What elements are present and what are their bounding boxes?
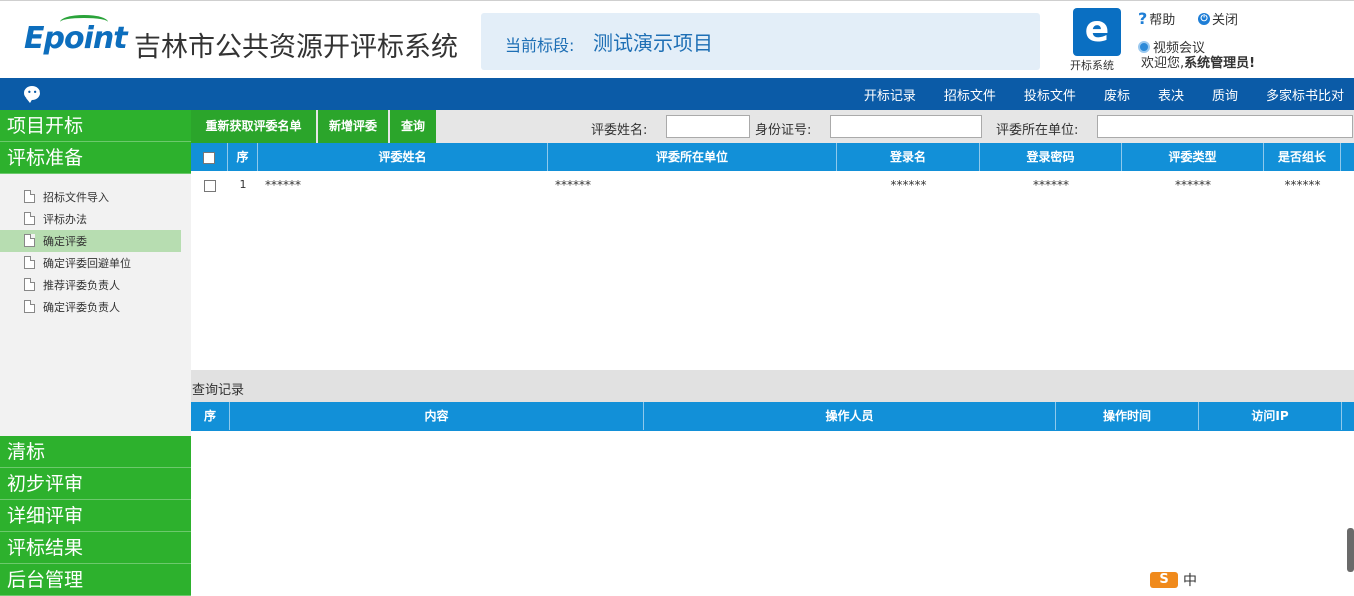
tree-item-avoid-units[interactable]: 确定评委回避单位: [0, 252, 191, 274]
document-icon: [24, 212, 35, 225]
welcome-user: 系统管理员!: [1184, 56, 1256, 71]
log-col-content: 内容: [230, 402, 644, 430]
document-icon: [24, 190, 35, 203]
sidebar-section-preliminary-review[interactable]: 初步评审: [0, 468, 191, 500]
epoint-logo: Epoint: [24, 15, 128, 65]
sidebar-section-project-opening[interactable]: 项目开标: [0, 110, 191, 142]
tree-item-evaluation-method[interactable]: 评标办法: [0, 208, 191, 230]
chat-icon[interactable]: •••: [24, 86, 43, 103]
toolbar: 重新获取评委名单 新增评委 查询 评委姓名: 身份证号: 评委所在单位:: [191, 110, 1354, 143]
log-col-operator: 操作人员: [644, 402, 1056, 430]
tree-item-confirm-leader[interactable]: 确定评委负责人: [0, 296, 191, 318]
sidebar: 项目开标 评标准备 招标文件导入 评标办法 确定评委 确定评委回避单位 推荐评委…: [0, 110, 191, 596]
ime-logo-icon[interactable]: S: [1150, 572, 1178, 588]
welcome-text: 欢迎您,系统管理员!: [1141, 52, 1255, 71]
close-label: 关闭: [1212, 13, 1239, 28]
log-col-ip: 访问IP: [1199, 402, 1342, 430]
document-icon: [24, 278, 35, 291]
expert-name-label: 评委姓名:: [591, 123, 648, 138]
refetch-experts-button[interactable]: 重新获取评委名单: [191, 110, 316, 143]
query-log-bar: 查询记录: [191, 370, 1354, 402]
log-col-index: 序: [191, 402, 230, 430]
col-index: 序: [228, 143, 258, 171]
row-index: 1: [239, 178, 247, 191]
app-header: Epoint 吉林市公共资源开评标系统 当前标段: 测试演示项目 e 开标系统 …: [0, 0, 1354, 78]
video-icon: [1138, 40, 1150, 53]
bid-opening-system-label[interactable]: 开标系统: [1070, 57, 1114, 73]
query-button[interactable]: 查询: [390, 110, 436, 143]
stage-label: 当前标段:: [505, 36, 575, 55]
nav-void-bid[interactable]: 废标: [1104, 85, 1130, 104]
id-number-input[interactable]: [830, 115, 982, 138]
nav-bid-docs[interactable]: 投标文件: [1024, 85, 1076, 104]
row-checkbox[interactable]: [203, 179, 216, 192]
current-stage-panel: 当前标段: 测试演示项目: [481, 13, 1040, 70]
welcome-prefix: 欢迎您,: [1141, 56, 1185, 71]
col-is-leader: 是否组长: [1264, 143, 1341, 171]
row-is-leader: ******: [1284, 178, 1321, 192]
tree-item-recommend-leader[interactable]: 推荐评委负责人: [0, 274, 191, 296]
expert-unit-input[interactable]: [1097, 115, 1353, 138]
sidebar-section-detailed-review[interactable]: 详细评审: [0, 500, 191, 532]
help-link[interactable]: ? 帮助: [1138, 9, 1175, 28]
top-navbar: ••• 开标记录 招标文件 投标文件 废标 表决 质询 多家标书比对: [0, 78, 1354, 110]
select-all-cell: [191, 143, 228, 171]
row-login-name: ******: [890, 178, 927, 192]
nav-vote[interactable]: 表决: [1158, 85, 1184, 104]
stage-value: 测试演示项目: [593, 31, 713, 55]
col-login-password: 登录密码: [980, 143, 1122, 171]
id-number-label: 身份证号:: [755, 123, 812, 138]
ime-mode[interactable]: 中: [1183, 570, 1197, 590]
sidebar-bottom-sections: 清标 初步评审 详细评审 评标结果 后台管理: [0, 436, 191, 596]
log-col-time: 操作时间: [1056, 402, 1199, 430]
sidebar-section-evaluation-prep[interactable]: 评标准备: [0, 142, 191, 174]
sidebar-tree: 招标文件导入 评标办法 确定评委 确定评委回避单位 推荐评委负责人 确定评委负责…: [0, 186, 191, 318]
tree-item-import-tender[interactable]: 招标文件导入: [0, 186, 191, 208]
sidebar-section-backend-admin[interactable]: 后台管理: [0, 564, 191, 596]
sidebar-section-clear-bid[interactable]: 清标: [0, 436, 191, 468]
col-expert-name: 评委姓名: [258, 143, 548, 171]
table-row[interactable]: 1 ****** ****** ****** ****** ****** ***…: [191, 171, 1354, 199]
row-checkbox-cell: [191, 171, 228, 199]
col-login-name: 登录名: [837, 143, 980, 171]
document-icon: [24, 256, 35, 269]
select-all-checkbox[interactable]: [203, 151, 215, 164]
page-scrollbar[interactable]: [1347, 528, 1354, 572]
main-content: 重新获取评委名单 新增评委 查询 评委姓名: 身份证号: 评委所在单位: 序 评…: [191, 110, 1354, 588]
row-expert-name: ******: [265, 178, 301, 192]
system-title: 吉林市公共资源开评标系统: [134, 32, 458, 63]
row-expert-unit: ******: [555, 178, 591, 192]
document-icon: [24, 234, 35, 247]
nav-bid-compare[interactable]: 多家标书比对: [1266, 85, 1344, 104]
query-log-header: 序 内容 操作人员 操作时间 访问IP: [191, 402, 1354, 431]
experts-grid-header: 序 评委姓名 评委所在单位 登录名 登录密码 评委类型 是否组长: [191, 143, 1354, 171]
question-icon: ?: [1138, 9, 1148, 28]
row-login-password: ******: [1033, 178, 1069, 192]
col-expert-type: 评委类型: [1122, 143, 1264, 171]
power-icon: ⏻: [1198, 12, 1210, 25]
close-link[interactable]: ⏻ 关闭: [1198, 9, 1238, 28]
tree-item-confirm-experts[interactable]: 确定评委: [0, 230, 181, 252]
query-log-title: 查询记录: [192, 383, 245, 398]
expert-unit-label: 评委所在单位:: [996, 123, 1079, 138]
help-label: 帮助: [1149, 13, 1176, 28]
sidebar-section-evaluation-result[interactable]: 评标结果: [0, 532, 191, 564]
row-expert-type: ******: [1175, 178, 1211, 192]
expert-name-input[interactable]: [666, 115, 750, 138]
col-expert-unit: 评委所在单位: [548, 143, 837, 171]
nav-tender-docs[interactable]: 招标文件: [944, 85, 996, 104]
add-expert-button[interactable]: 新增评委: [318, 110, 388, 143]
ime-toolbar: S 中: [1150, 570, 1197, 590]
bid-opening-system-icon[interactable]: e: [1073, 8, 1121, 56]
nav-links: 开标记录 招标文件 投标文件 废标 表决 质询 多家标书比对: [836, 78, 1344, 110]
nav-opening-records[interactable]: 开标记录: [864, 85, 916, 104]
nav-inquiry[interactable]: 质询: [1212, 85, 1238, 104]
logo-text: Epoint: [24, 21, 128, 56]
document-icon: [24, 300, 35, 313]
